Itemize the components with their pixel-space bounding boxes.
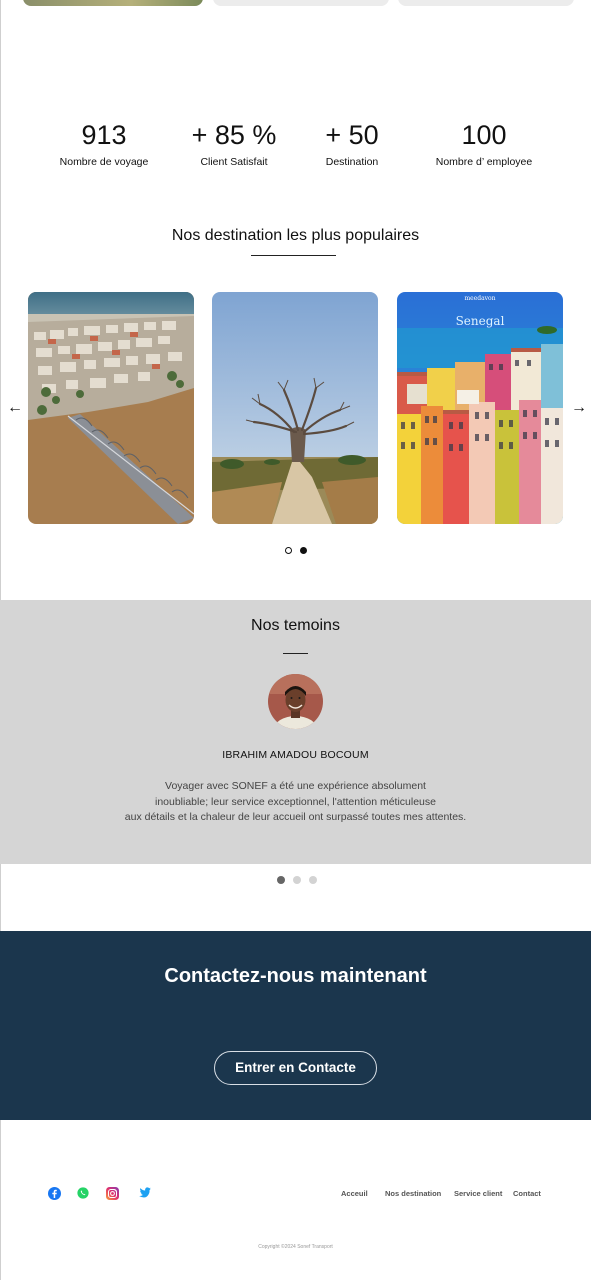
twitter-icon[interactable] bbox=[135, 1186, 151, 1200]
card-image bbox=[398, 0, 574, 6]
colorful-houses-photo: meedavon Senegal bbox=[397, 292, 563, 524]
stat-value: + 85 % bbox=[191, 120, 277, 150]
stat-voyages: 913 Nombre de voyage bbox=[52, 118, 156, 168]
stat-employees: 100 Nombre d’ employee bbox=[428, 118, 540, 168]
contact-title: Contactez-nous maintenant bbox=[164, 965, 427, 987]
photo-watermark: meedavon bbox=[464, 295, 495, 302]
footer-link-accueil[interactable]: Acceuil bbox=[341, 1189, 368, 1198]
destination-card-senegal[interactable]: meedavon Senegal bbox=[397, 292, 563, 524]
whatsapp-icon[interactable] bbox=[76, 1186, 90, 1200]
carousel-prev-arrow-icon[interactable]: ← bbox=[7, 399, 23, 417]
stat-label: Destination bbox=[325, 156, 379, 168]
previous-section-cards bbox=[0, 0, 591, 8]
pagination-dot-active[interactable] bbox=[277, 876, 285, 884]
destination-card-saint-louis[interactable] bbox=[28, 292, 194, 524]
stat-label: Nombre de voyage bbox=[59, 156, 149, 168]
avatar bbox=[268, 674, 323, 729]
stat-value: + 50 bbox=[325, 120, 379, 150]
contact-button[interactable]: Entrer en Contacte bbox=[214, 1051, 377, 1085]
testimonial-quote: Voyager avec SONEF a été une expérience … bbox=[0, 779, 591, 826]
card-image bbox=[23, 0, 203, 6]
stat-destinations: + 50 Destination bbox=[312, 118, 392, 168]
title-underline bbox=[283, 653, 308, 654]
stat-value: 100 bbox=[461, 120, 507, 150]
pagination-dot[interactable] bbox=[309, 876, 317, 884]
testimonial-avatar-photo bbox=[268, 674, 323, 729]
destinations-pagination bbox=[285, 547, 307, 554]
instagram-icon[interactable] bbox=[105, 1186, 119, 1200]
stat-label: Nombre d’ employee bbox=[435, 156, 533, 168]
testimonials-title: Nos temoins bbox=[251, 617, 340, 634]
destination-card-baobab[interactable] bbox=[212, 292, 378, 524]
carousel-next-arrow-icon[interactable]: → bbox=[571, 399, 587, 417]
facebook-icon[interactable] bbox=[47, 1186, 61, 1200]
testimonial-quote-line: aux détails et la chaleur de leur accuei… bbox=[124, 811, 467, 823]
testimonials-pagination bbox=[277, 876, 317, 884]
contact-section bbox=[0, 931, 591, 1120]
footer-link-service-client[interactable]: Service client bbox=[454, 1189, 502, 1198]
pagination-dot[interactable] bbox=[285, 547, 292, 554]
destinations-title: Nos destination les plus populaires bbox=[171, 227, 420, 244]
testimonial-quote-line: Voyager avec SONEF a été une expérience … bbox=[165, 780, 426, 792]
photo-caption: Senegal bbox=[456, 314, 505, 328]
testimonial-author-name: IBRAHIM AMADOU BOCOUM bbox=[222, 749, 369, 761]
stat-value: 913 bbox=[81, 120, 127, 150]
pagination-dot-active[interactable] bbox=[300, 547, 307, 554]
footer-link-destinations[interactable]: Nos destination bbox=[385, 1189, 441, 1198]
footer-link-contact[interactable]: Contact bbox=[513, 1189, 541, 1198]
copyright-text: Copyright ©2024 Sonef Transport bbox=[258, 1244, 333, 1250]
pagination-dot[interactable] bbox=[293, 876, 301, 884]
aerial-city-bridge-photo bbox=[28, 292, 194, 524]
stat-satisfaction: + 85 % Client Satisfait bbox=[184, 118, 284, 168]
stat-label: Client Satisfait bbox=[200, 156, 268, 168]
testimonial-quote-line: inoubliable; leur service exceptionnel, … bbox=[154, 795, 436, 808]
card-image bbox=[213, 0, 389, 6]
title-underline bbox=[251, 255, 336, 256]
baobab-tree-photo bbox=[212, 292, 378, 524]
